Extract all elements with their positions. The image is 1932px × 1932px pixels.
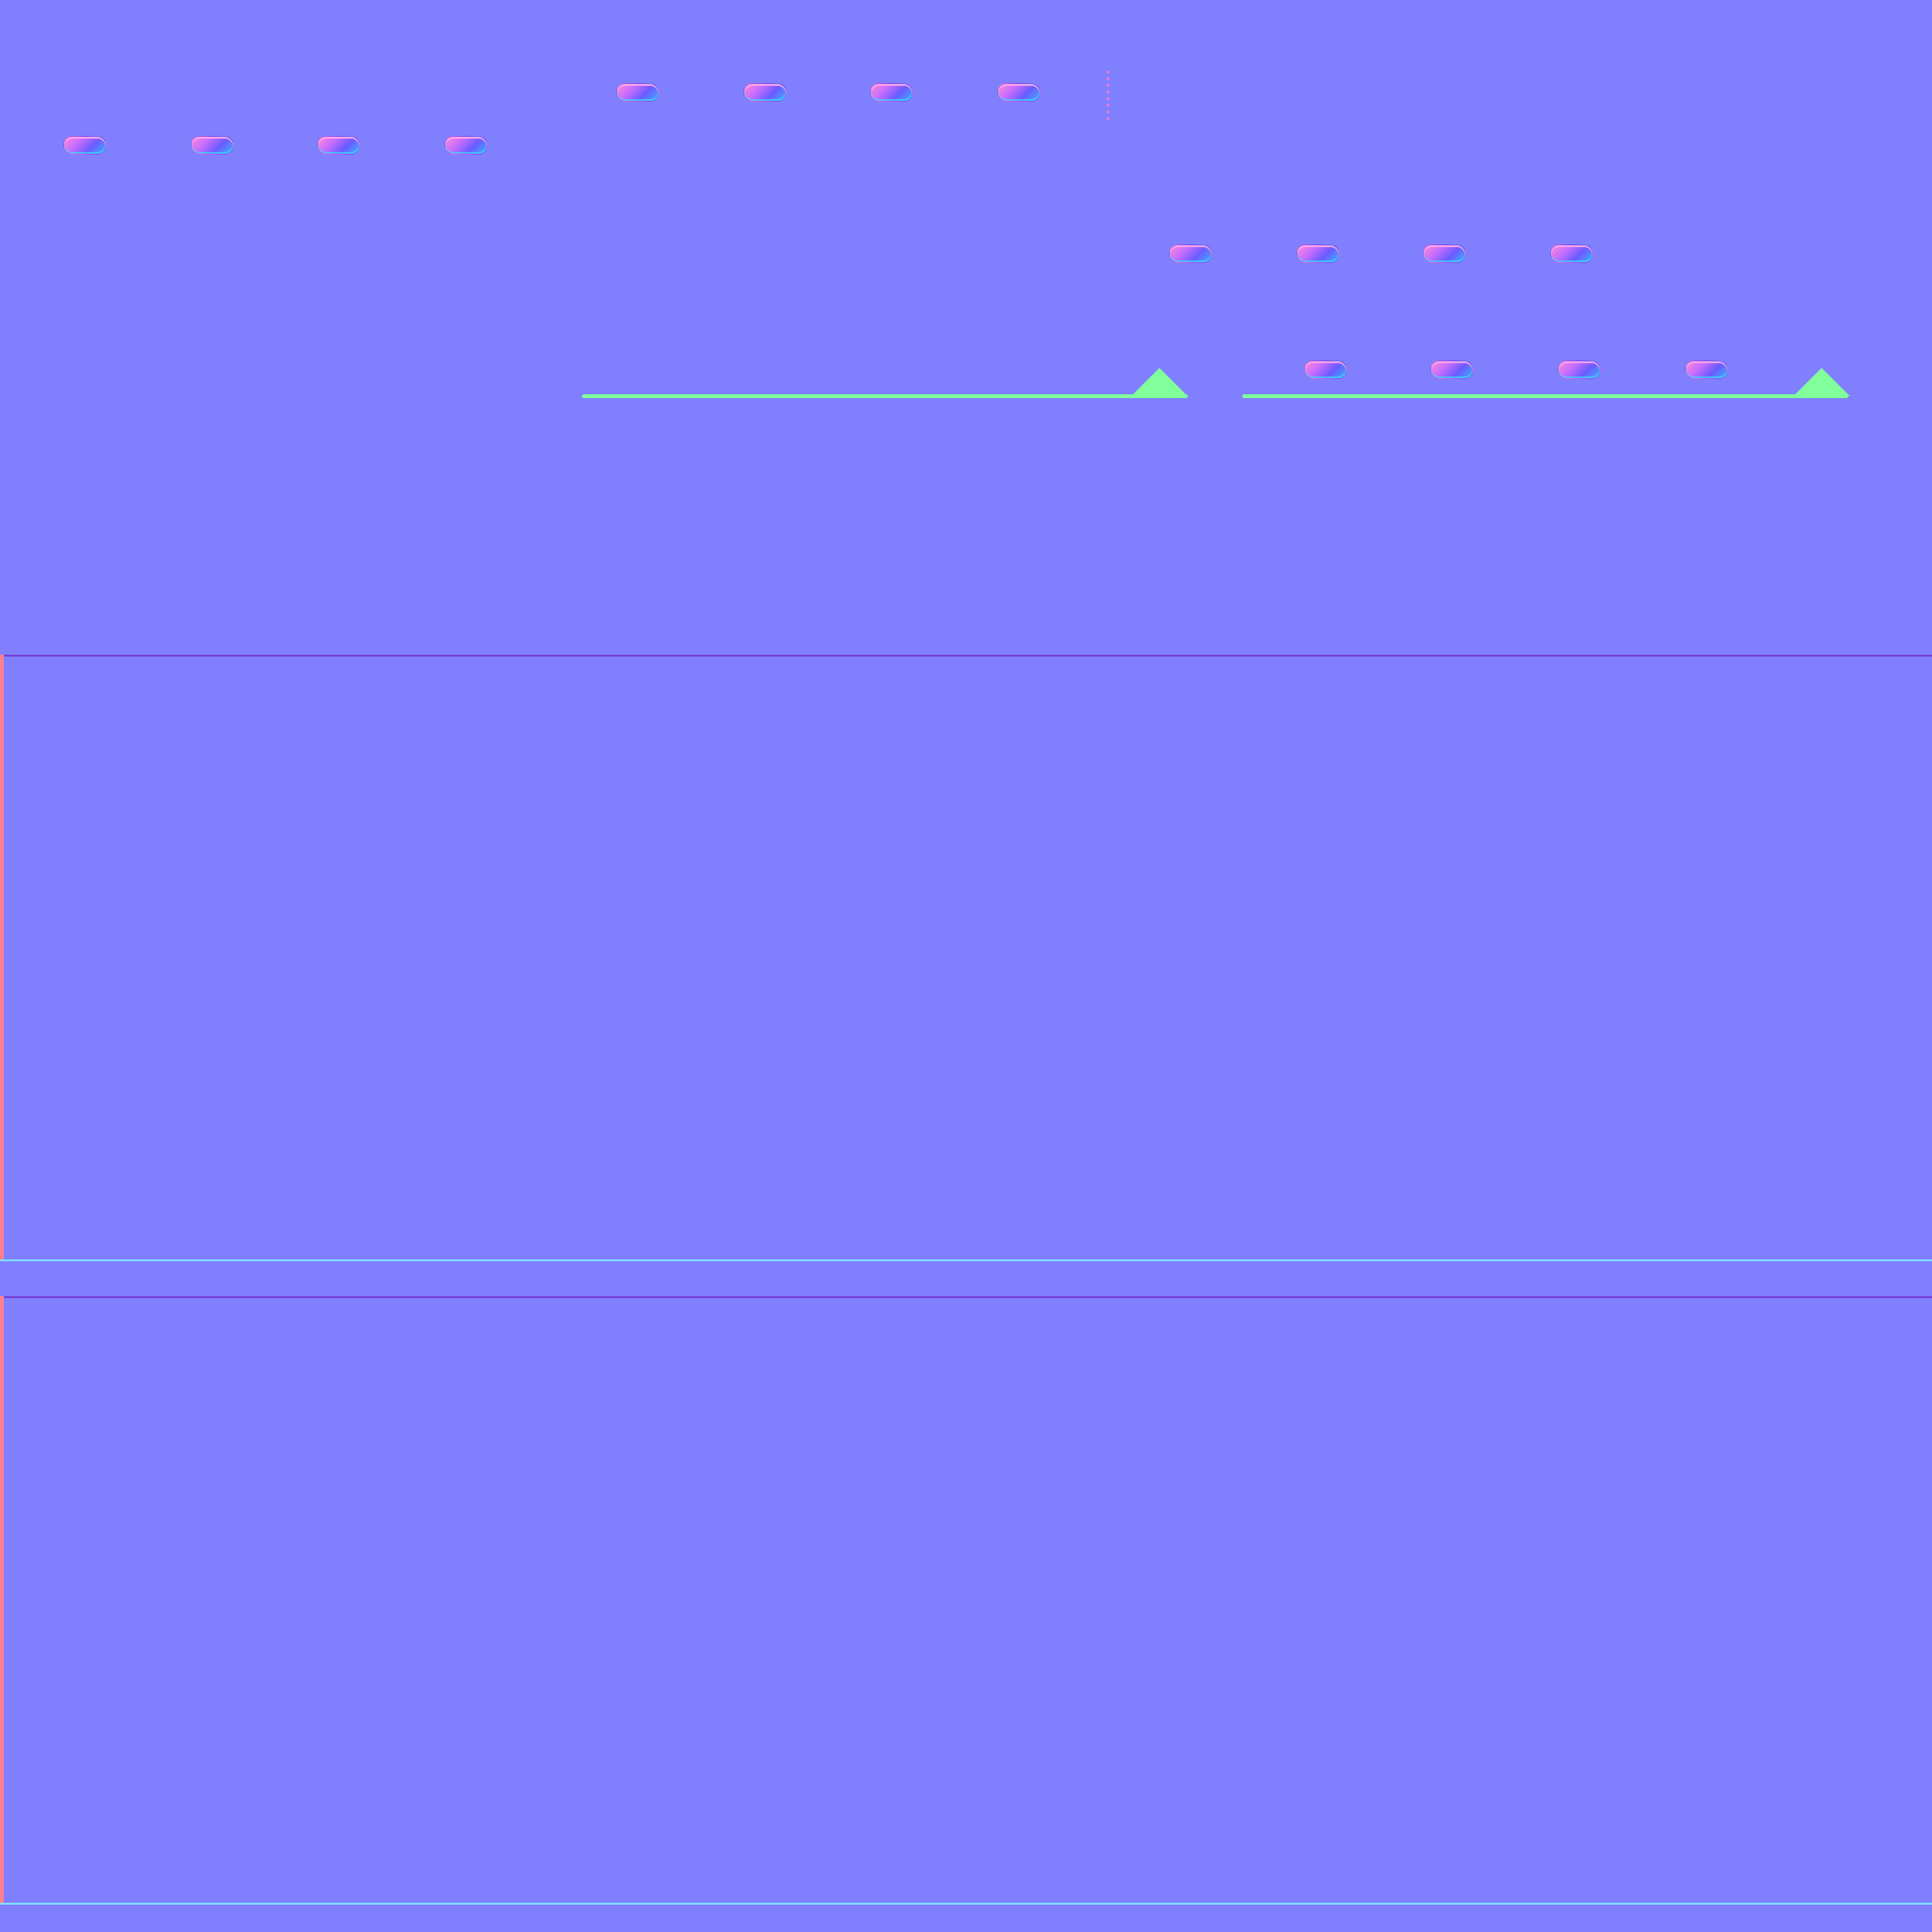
rail-right-peak — [1793, 368, 1850, 396]
panel-upper-bottom-edge — [0, 1259, 1932, 1261]
panel-lower-left-edge — [0, 1296, 4, 1905]
rail-left-peak — [1131, 368, 1188, 396]
bump-pill — [1169, 244, 1212, 263]
bump-pill — [616, 83, 659, 102]
bump-pill — [870, 83, 913, 102]
bump-pill — [1550, 244, 1593, 263]
bump-pill — [1296, 244, 1340, 263]
bump-pill — [1557, 360, 1601, 379]
rail-right — [1242, 394, 1848, 398]
bump-pill — [743, 83, 787, 102]
bump-pill — [1685, 360, 1728, 379]
bump-pill — [1423, 244, 1466, 263]
bump-pill — [997, 83, 1041, 102]
rail-left — [582, 394, 1188, 398]
panel-lower-top-edge — [0, 1296, 1932, 1298]
bump-pill — [63, 136, 107, 155]
panel-lower-bottom-edge — [0, 1903, 1932, 1905]
bump-pill — [444, 136, 488, 155]
marker-line — [1107, 71, 1109, 120]
normal-map-canvas — [0, 0, 1932, 1932]
bump-pill — [1430, 360, 1474, 379]
panel-upper-left-edge — [0, 655, 4, 1261]
bump-pill — [191, 136, 234, 155]
panel-upper — [0, 655, 1932, 1261]
panel-upper-top-edge — [0, 655, 1932, 657]
bump-pill — [317, 136, 360, 155]
bump-pill — [1304, 360, 1347, 379]
panel-lower — [0, 1296, 1932, 1905]
